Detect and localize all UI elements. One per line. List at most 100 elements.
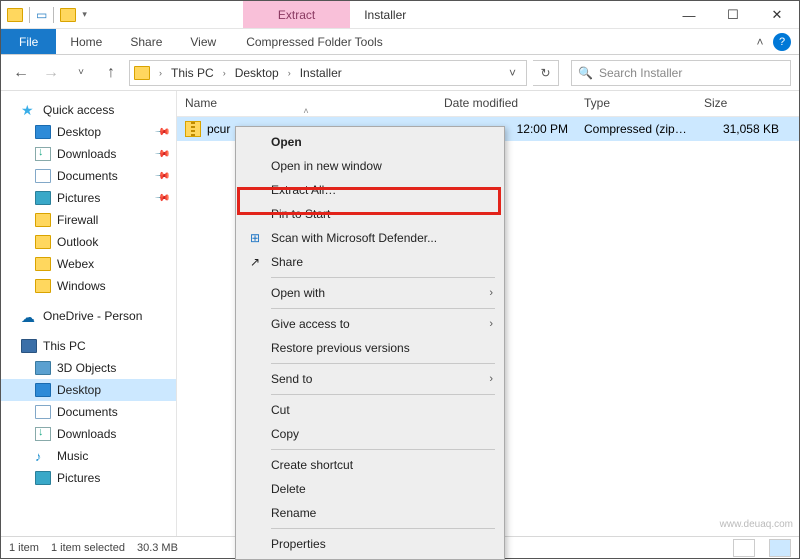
ctx-pin-start[interactable]: Pin to Start [239, 202, 501, 226]
sidebar-item-documents[interactable]: Documents📌 [1, 165, 176, 187]
column-size[interactable]: Size [696, 91, 799, 116]
tab-file[interactable]: File [1, 29, 56, 54]
pictures-icon [35, 471, 51, 485]
sort-asc-icon: ˄ [185, 106, 427, 116]
nav-up-button[interactable]: ↑ [99, 61, 123, 85]
view-details-button[interactable] [733, 539, 755, 557]
sidebar-item-documents[interactable]: Documents [1, 401, 176, 423]
ctx-copy[interactable]: Copy [239, 422, 501, 446]
contextual-tab-header: Extract [243, 1, 350, 28]
share-icon: ↗ [247, 254, 263, 270]
ctx-share[interactable]: ↗Share [239, 250, 501, 274]
chevron-right-icon[interactable]: › [156, 68, 165, 78]
nav-forward-button[interactable]: → [39, 61, 63, 85]
column-date[interactable]: Date modified [436, 91, 576, 116]
sidebar-item-webex[interactable]: Webex [1, 253, 176, 275]
search-input[interactable]: 🔍 Search Installer [571, 60, 791, 86]
tab-compressed-tools[interactable]: Compressed Folder Tools [230, 29, 399, 54]
chevron-right-icon: › [489, 373, 493, 385]
sidebar-item-desktop[interactable]: Desktop📌 [1, 121, 176, 143]
folder-icon [35, 235, 51, 249]
sidebar-item-3dobjects[interactable]: 3D Objects [1, 357, 176, 379]
ribbon-collapse-icon[interactable]: ˄ [747, 29, 773, 54]
documents-icon [35, 169, 51, 183]
sidebar-this-pc[interactable]: This PC [1, 335, 176, 357]
sidebar-item-downloads[interactable]: Downloads📌 [1, 143, 176, 165]
sidebar-onedrive[interactable]: ☁OneDrive - Person [1, 305, 176, 327]
nav-recent-button[interactable]: ˅ [69, 61, 93, 85]
pin-icon: 📌 [153, 124, 170, 141]
sidebar-item-downloads[interactable]: Downloads [1, 423, 176, 445]
qat-customize-icon[interactable]: ▾ [82, 9, 87, 20]
ctx-scan-defender[interactable]: ⊞Scan with Microsoft Defender... [239, 226, 501, 250]
3dobjects-icon [35, 361, 51, 375]
ctx-open-with[interactable]: Open with› [239, 281, 501, 305]
ctx-give-access[interactable]: Give access to› [239, 312, 501, 336]
sidebar-item-windows[interactable]: Windows [1, 275, 176, 297]
sidebar-item-pictures[interactable]: Pictures [1, 467, 176, 489]
chevron-right-icon[interactable]: › [285, 68, 294, 78]
breadcrumb[interactable]: › This PC › Desktop › Installer ˅ [129, 60, 527, 86]
menu-separator [271, 394, 495, 395]
chevron-right-icon: › [489, 287, 493, 299]
ctx-delete[interactable]: Delete [239, 477, 501, 501]
breadcrumb-history-icon[interactable]: ˅ [503, 66, 522, 80]
music-icon: ♪ [35, 449, 51, 463]
status-item-count: 1 item [9, 542, 39, 554]
qat-properties-icon[interactable]: ▭ [36, 8, 47, 22]
downloads-icon [35, 427, 51, 441]
breadcrumb-seg-installer[interactable]: Installer [296, 66, 346, 80]
shield-icon: ⊞ [247, 230, 263, 246]
help-icon[interactable]: ? [773, 33, 791, 51]
maximize-button[interactable]: ☐ [711, 1, 755, 29]
ctx-rename[interactable]: Rename [239, 501, 501, 525]
tab-share[interactable]: Share [116, 29, 176, 54]
ctx-extract-all[interactable]: Extract All… [239, 178, 501, 202]
window-title: Installer [350, 1, 420, 28]
sidebar-item-outlook[interactable]: Outlook [1, 231, 176, 253]
minimize-button[interactable]: ― [667, 1, 711, 29]
sidebar-quick-access[interactable]: ★Quick access [1, 99, 176, 121]
file-size: 31,058 KB [696, 122, 799, 136]
ctx-open[interactable]: Open [239, 130, 501, 154]
breadcrumb-seg-thispc[interactable]: This PC [167, 66, 218, 80]
sidebar-item-firewall[interactable]: Firewall [1, 209, 176, 231]
context-menu: Open Open in new window Extract All… Pin… [235, 126, 505, 560]
search-icon: 🔍 [578, 66, 593, 80]
pin-icon: 📌 [153, 146, 170, 163]
qat-newfolder-icon[interactable] [60, 8, 76, 22]
desktop-icon [35, 125, 51, 139]
qat-divider [29, 7, 30, 23]
folder-icon [35, 279, 51, 293]
chevron-right-icon[interactable]: › [220, 68, 229, 78]
star-icon: ★ [21, 103, 37, 117]
status-size: 30.3 MB [137, 542, 178, 554]
breadcrumb-seg-desktop[interactable]: Desktop [231, 66, 283, 80]
qat-divider [53, 7, 54, 23]
ctx-create-shortcut[interactable]: Create shortcut [239, 453, 501, 477]
file-type: Compressed (zipp… [576, 122, 696, 136]
sidebar-item-music[interactable]: ♪Music [1, 445, 176, 467]
ctx-send-to[interactable]: Send to› [239, 367, 501, 391]
sidebar-item-pictures[interactable]: Pictures📌 [1, 187, 176, 209]
sidebar-item-desktop[interactable]: Desktop [1, 379, 176, 401]
ctx-cut[interactable]: Cut [239, 398, 501, 422]
zip-file-icon [185, 121, 201, 137]
ctx-properties[interactable]: Properties [239, 532, 501, 556]
nav-back-button[interactable]: ← [9, 61, 33, 85]
menu-separator [271, 308, 495, 309]
desktop-icon [35, 383, 51, 397]
tab-view[interactable]: View [176, 29, 230, 54]
refresh-button[interactable]: ↻ [533, 60, 559, 86]
file-name: pcur [207, 122, 230, 136]
ctx-restore-versions[interactable]: Restore previous versions [239, 336, 501, 360]
column-type[interactable]: Type [576, 91, 696, 116]
view-large-icons-button[interactable] [769, 539, 791, 557]
tab-home[interactable]: Home [56, 29, 116, 54]
column-name[interactable]: Name˄ [177, 91, 436, 116]
breadcrumb-folder-icon [134, 66, 150, 80]
app-folder-icon [7, 8, 23, 22]
menu-separator [271, 363, 495, 364]
ctx-open-new-window[interactable]: Open in new window [239, 154, 501, 178]
close-button[interactable]: ✕ [755, 1, 799, 29]
